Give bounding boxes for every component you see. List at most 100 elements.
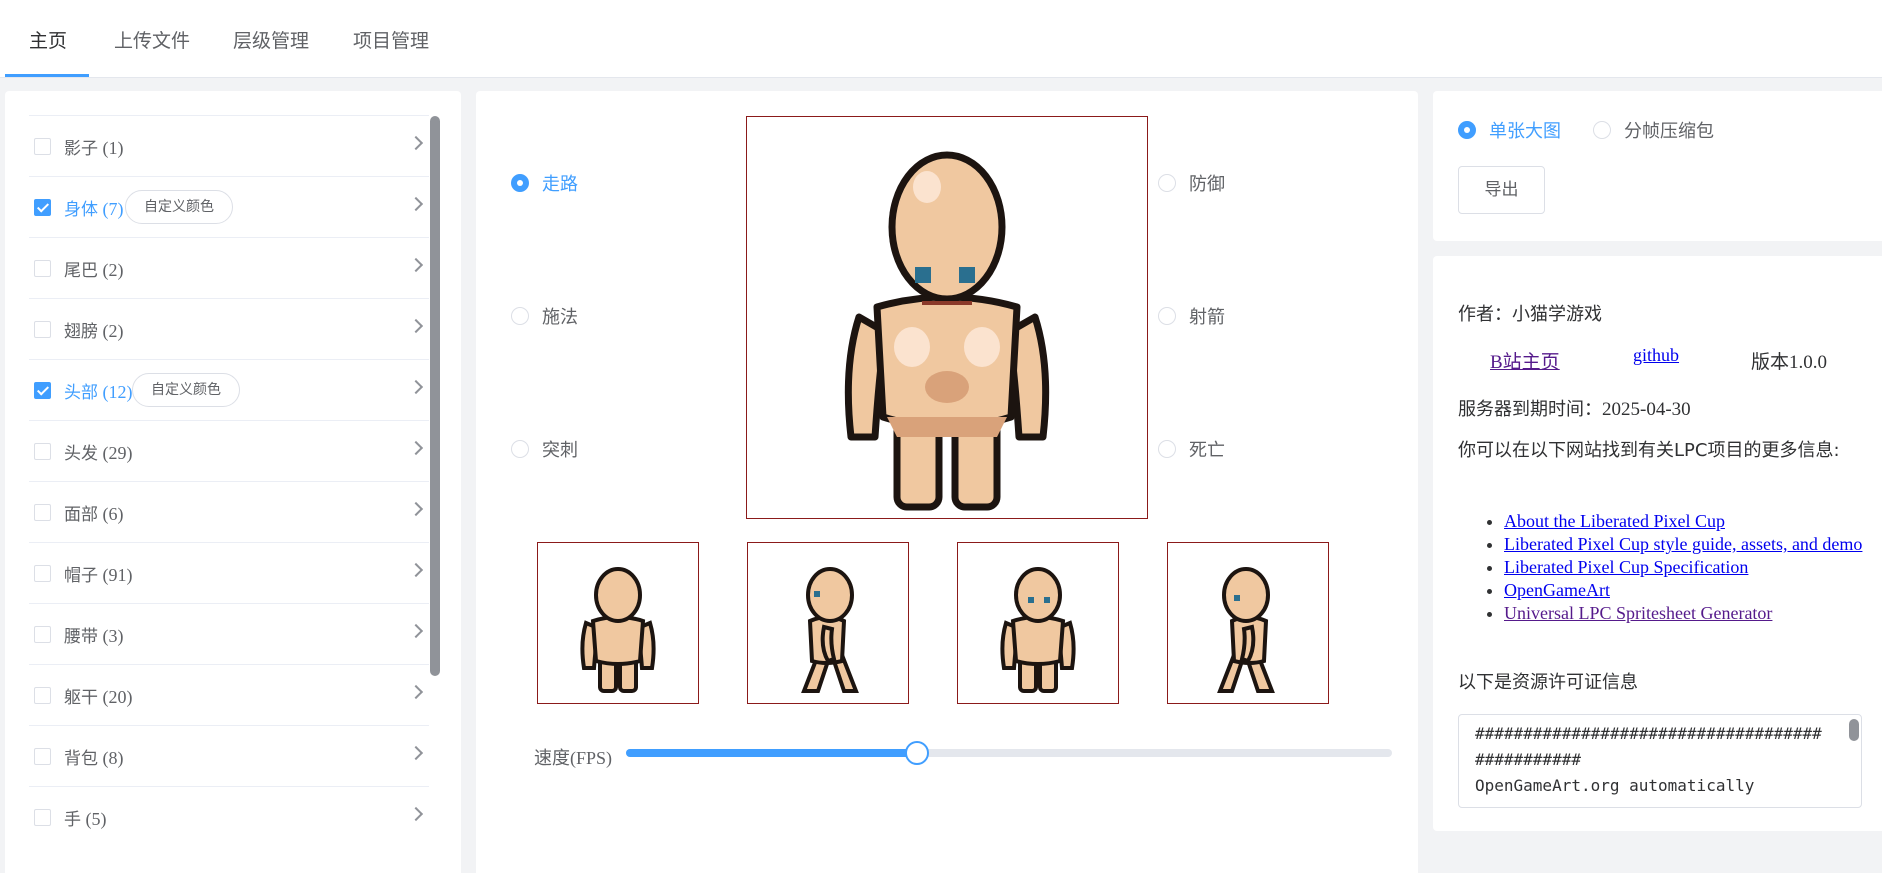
category-name: 帽子 [64, 566, 98, 586]
chevron-right-icon[interactable] [408, 440, 424, 456]
server-expiry-label: 服务器到期时间： [1458, 399, 1602, 420]
link-style-guide[interactable]: Liberated Pixel Cup style guide, assets,… [1504, 534, 1862, 554]
anim-defend-radio[interactable]: 防御 [1158, 170, 1225, 196]
category-item[interactable]: 头部 (12) 自定义颜色 [29, 359, 429, 420]
link-specification[interactable]: Liberated Pixel Cup Specification [1504, 557, 1748, 577]
category-item[interactable]: 腰带 (3) [29, 603, 429, 664]
category-item[interactable]: 躯干 (20) [29, 664, 429, 725]
category-checkbox[interactable] [34, 687, 51, 704]
tab-projects[interactable]: 项目管理 [353, 26, 429, 53]
category-label: 头发 (29) [64, 439, 133, 464]
link-about-lpc[interactable]: About the Liberated Pixel Cup [1504, 511, 1725, 531]
category-checkbox[interactable] [34, 504, 51, 521]
radio-dot [1158, 440, 1176, 458]
tab-layers[interactable]: 层级管理 [233, 26, 309, 53]
speed-label: 速度(FPS) [534, 748, 613, 768]
custom-color-button[interactable]: 自定义颜色 [132, 373, 240, 407]
anim-shoot-radio[interactable]: 射箭 [1158, 303, 1225, 329]
chevron-right-icon[interactable] [408, 379, 424, 395]
top-nav: 主页 上传文件 层级管理 项目管理 [0, 0, 1882, 78]
list-item: About the Liberated Pixel Cup [1504, 510, 1869, 533]
list-item: Universal LPC Spritesheet Generator [1504, 602, 1869, 625]
custom-color-button[interactable]: 自定义颜色 [125, 190, 233, 224]
info-panel: 作者：小猫学游戏 B站主页 github 版本1.0.0 服务器到期时间：202… [1433, 256, 1882, 831]
anim-thrust-radio[interactable]: 突刺 [511, 436, 578, 462]
chevron-right-icon[interactable] [408, 562, 424, 578]
category-name: 影子 [64, 139, 98, 159]
category-item[interactable]: 背包 (8) [29, 725, 429, 786]
tab-home[interactable]: 主页 [29, 26, 67, 53]
category-item[interactable]: 影子 (1) [29, 115, 429, 176]
category-scrollbar[interactable] [430, 116, 440, 873]
category-count: (29) [102, 443, 133, 463]
radio-dot [511, 307, 529, 325]
frame-thumb-right[interactable] [1167, 542, 1329, 704]
category-checkbox[interactable] [34, 138, 51, 155]
category-checkbox[interactable] [34, 565, 51, 582]
category-count: (12) [102, 382, 133, 402]
tab-upload[interactable]: 上传文件 [114, 26, 190, 53]
export-single-radio[interactable]: 单张大图 [1458, 117, 1561, 143]
category-checkbox[interactable] [34, 199, 51, 216]
chevron-right-icon[interactable] [408, 806, 424, 822]
category-name: 头部 [64, 383, 98, 403]
github-link[interactable]: github [1633, 345, 1679, 366]
export-frames-radio[interactable]: 分帧压缩包 [1593, 117, 1714, 143]
anim-walk-radio[interactable]: 走路 [511, 170, 578, 196]
chevron-right-icon[interactable] [408, 684, 424, 700]
anim-thrust-label: 突刺 [542, 440, 578, 461]
chevron-right-icon[interactable] [408, 745, 424, 761]
lpc-links-list: About the Liberated Pixel Cup Liberated … [1489, 510, 1869, 625]
speed-slider-handle[interactable] [905, 741, 930, 765]
license-scrollbar[interactable] [1849, 719, 1859, 741]
category-item[interactable]: 翅膀 (2) [29, 298, 429, 359]
category-name: 躯干 [64, 688, 98, 708]
anim-die-radio[interactable]: 死亡 [1158, 436, 1225, 462]
category-item[interactable]: 帽子 (91) [29, 542, 429, 603]
chevron-right-icon[interactable] [408, 501, 424, 517]
category-checkbox[interactable] [34, 321, 51, 338]
category-count: (7) [102, 199, 124, 219]
category-label: 翅膀 (2) [64, 317, 124, 342]
category-count: (1) [102, 138, 124, 158]
license-textarea[interactable]: #################################### ###… [1458, 714, 1862, 808]
speed-slider[interactable] [626, 741, 1392, 765]
category-item[interactable]: 手 (5) [29, 786, 429, 847]
chevron-right-icon[interactable] [408, 318, 424, 334]
category-count: (2) [102, 321, 124, 341]
category-name: 身体 [64, 200, 98, 220]
category-label: 帽子 (91) [64, 561, 133, 586]
chevron-right-icon[interactable] [408, 623, 424, 639]
category-checkbox[interactable] [34, 382, 51, 399]
category-panel: 影子 (1) 身体 (7) 自定义颜色 尾巴 (2) 翅膀 (2) 头部 (12) 自定义颜… [5, 91, 461, 873]
license-line: ########### [1475, 750, 1581, 769]
category-name: 背包 [64, 749, 98, 769]
category-checkbox[interactable] [34, 260, 51, 277]
link-opengameart[interactable]: OpenGameArt [1504, 580, 1610, 600]
category-item[interactable]: 面部 (6) [29, 481, 429, 542]
frame-thumb-front[interactable] [957, 542, 1119, 704]
category-item[interactable]: 身体 (7) 自定义颜色 [29, 176, 429, 237]
anim-cast-radio[interactable]: 施法 [511, 303, 578, 329]
category-item[interactable]: 头发 (29) [29, 420, 429, 481]
category-item[interactable]: 尾巴 (2) [29, 237, 429, 298]
export-button[interactable]: 导出 [1458, 166, 1545, 214]
list-item: Liberated Pixel Cup style guide, assets,… [1504, 533, 1869, 556]
category-checkbox[interactable] [34, 809, 51, 826]
category-checkbox[interactable] [34, 443, 51, 460]
frame-thumb-back[interactable] [537, 542, 699, 704]
category-checkbox[interactable] [34, 748, 51, 765]
anim-walk-label: 走路 [542, 174, 578, 195]
category-name: 翅膀 [64, 322, 98, 342]
link-spritesheet-generator[interactable]: Universal LPC Spritesheet Generator [1504, 603, 1772, 623]
frame-thumb-left[interactable] [747, 542, 909, 704]
license-line: OpenGameArt.org automatically [1475, 776, 1755, 795]
scrollbar-thumb[interactable] [430, 116, 440, 676]
chevron-right-icon[interactable] [408, 196, 424, 212]
chevron-right-icon[interactable] [408, 257, 424, 273]
bilibili-link[interactable]: B站主页 [1490, 347, 1560, 374]
category-checkbox[interactable] [34, 626, 51, 643]
radio-dot [1158, 307, 1176, 325]
category-label: 尾巴 (2) [64, 256, 124, 281]
chevron-right-icon[interactable] [408, 135, 424, 151]
